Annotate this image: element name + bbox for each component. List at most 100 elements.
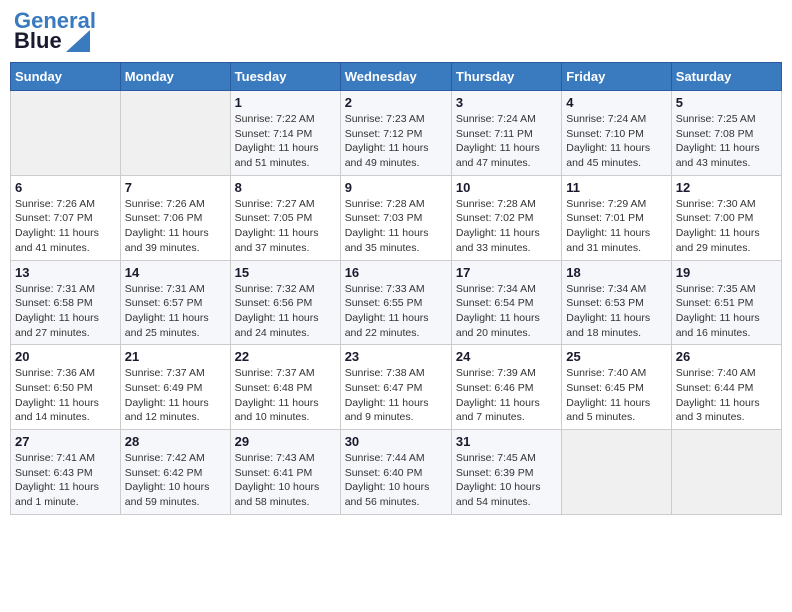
calendar-week-1: 1 Sunrise: 7:22 AMSunset: 7:14 PMDaylight… xyxy=(11,91,782,176)
day-info: Sunrise: 7:26 AMSunset: 7:06 PMDaylight:… xyxy=(125,197,226,256)
day-info: Sunrise: 7:38 AMSunset: 6:47 PMDaylight:… xyxy=(345,366,447,425)
day-info: Sunrise: 7:30 AMSunset: 7:00 PMDaylight:… xyxy=(676,197,777,256)
calendar-cell: 28 Sunrise: 7:42 AMSunset: 6:42 PMDayligh… xyxy=(120,430,230,515)
logo: General Blue xyxy=(14,10,96,54)
calendar-cell: 2 Sunrise: 7:23 AMSunset: 7:12 PMDaylight… xyxy=(340,91,451,176)
day-info: Sunrise: 7:28 AMSunset: 7:03 PMDaylight:… xyxy=(345,197,447,256)
calendar-week-3: 13Sunrise: 7:31 AMSunset: 6:58 PMDayligh… xyxy=(11,260,782,345)
day-number: 23 xyxy=(345,349,447,364)
day-number: 7 xyxy=(125,180,226,195)
weekday-header-saturday: Saturday xyxy=(671,63,781,91)
calendar-cell: 18Sunrise: 7:34 AMSunset: 6:53 PMDayligh… xyxy=(562,260,671,345)
day-number: 18 xyxy=(566,265,666,280)
calendar-cell: 19 Sunrise: 7:35 AMSunset: 6:51 PMDayligh… xyxy=(671,260,781,345)
calendar-cell: 11 Sunrise: 7:29 AMSunset: 7:01 PMDayligh… xyxy=(562,175,671,260)
day-info: Sunrise: 7:24 AMSunset: 7:11 PMDaylight:… xyxy=(456,112,557,171)
day-number: 19 xyxy=(676,265,777,280)
day-info: Sunrise: 7:40 AMSunset: 6:44 PMDaylight:… xyxy=(676,366,777,425)
day-number: 2 xyxy=(345,95,447,110)
day-info: Sunrise: 7:41 AMSunset: 6:43 PMDaylight:… xyxy=(15,451,116,510)
day-number: 8 xyxy=(235,180,336,195)
day-number: 31 xyxy=(456,434,557,449)
day-number: 6 xyxy=(15,180,116,195)
weekday-header-tuesday: Tuesday xyxy=(230,63,340,91)
day-info: Sunrise: 7:31 AMSunset: 6:58 PMDaylight:… xyxy=(15,282,116,341)
calendar-cell: 6 Sunrise: 7:26 AMSunset: 7:07 PMDaylight… xyxy=(11,175,121,260)
weekday-header-friday: Friday xyxy=(562,63,671,91)
day-info: Sunrise: 7:33 AMSunset: 6:55 PMDaylight:… xyxy=(345,282,447,341)
calendar-cell xyxy=(671,430,781,515)
day-info: Sunrise: 7:28 AMSunset: 7:02 PMDaylight:… xyxy=(456,197,557,256)
day-info: Sunrise: 7:27 AMSunset: 7:05 PMDaylight:… xyxy=(235,197,336,256)
day-info: Sunrise: 7:39 AMSunset: 6:46 PMDaylight:… xyxy=(456,366,557,425)
calendar-cell: 15 Sunrise: 7:32 AMSunset: 6:56 PMDayligh… xyxy=(230,260,340,345)
calendar-table: SundayMondayTuesdayWednesdayThursdayFrid… xyxy=(10,62,782,515)
calendar-cell: 5 Sunrise: 7:25 AMSunset: 7:08 PMDaylight… xyxy=(671,91,781,176)
calendar-cell xyxy=(120,91,230,176)
day-number: 24 xyxy=(456,349,557,364)
calendar-cell: 31 Sunrise: 7:45 AMSunset: 6:39 PMDayligh… xyxy=(451,430,561,515)
day-number: 16 xyxy=(345,265,447,280)
weekday-header-sunday: Sunday xyxy=(11,63,121,91)
calendar-cell: 30 Sunrise: 7:44 AMSunset: 6:40 PMDayligh… xyxy=(340,430,451,515)
calendar-cell: 8 Sunrise: 7:27 AMSunset: 7:05 PMDaylight… xyxy=(230,175,340,260)
day-info: Sunrise: 7:42 AMSunset: 6:42 PMDaylight:… xyxy=(125,451,226,510)
day-info: Sunrise: 7:36 AMSunset: 6:50 PMDaylight:… xyxy=(15,366,116,425)
calendar-cell: 1 Sunrise: 7:22 AMSunset: 7:14 PMDaylight… xyxy=(230,91,340,176)
day-number: 30 xyxy=(345,434,447,449)
logo-icon xyxy=(66,30,90,52)
weekday-header-wednesday: Wednesday xyxy=(340,63,451,91)
day-number: 3 xyxy=(456,95,557,110)
day-number: 20 xyxy=(15,349,116,364)
day-info: Sunrise: 7:37 AMSunset: 6:49 PMDaylight:… xyxy=(125,366,226,425)
day-number: 4 xyxy=(566,95,666,110)
calendar-cell: 29 Sunrise: 7:43 AMSunset: 6:41 PMDayligh… xyxy=(230,430,340,515)
day-number: 28 xyxy=(125,434,226,449)
calendar-week-5: 27 Sunrise: 7:41 AMSunset: 6:43 PMDayligh… xyxy=(11,430,782,515)
calendar-cell: 21Sunrise: 7:37 AMSunset: 6:49 PMDayligh… xyxy=(120,345,230,430)
day-info: Sunrise: 7:35 AMSunset: 6:51 PMDaylight:… xyxy=(676,282,777,341)
day-info: Sunrise: 7:43 AMSunset: 6:41 PMDaylight:… xyxy=(235,451,336,510)
day-number: 12 xyxy=(676,180,777,195)
day-number: 11 xyxy=(566,180,666,195)
calendar-cell: 7 Sunrise: 7:26 AMSunset: 7:06 PMDaylight… xyxy=(120,175,230,260)
day-info: Sunrise: 7:23 AMSunset: 7:12 PMDaylight:… xyxy=(345,112,447,171)
calendar-cell: 4 Sunrise: 7:24 AMSunset: 7:10 PMDaylight… xyxy=(562,91,671,176)
calendar-cell: 10 Sunrise: 7:28 AMSunset: 7:02 PMDayligh… xyxy=(451,175,561,260)
day-info: Sunrise: 7:34 AMSunset: 6:54 PMDaylight:… xyxy=(456,282,557,341)
calendar-cell: 12 Sunrise: 7:30 AMSunset: 7:00 PMDayligh… xyxy=(671,175,781,260)
weekday-header-thursday: Thursday xyxy=(451,63,561,91)
calendar-cell: 23 Sunrise: 7:38 AMSunset: 6:47 PMDayligh… xyxy=(340,345,451,430)
day-number: 26 xyxy=(676,349,777,364)
day-info: Sunrise: 7:45 AMSunset: 6:39 PMDaylight:… xyxy=(456,451,557,510)
calendar-week-2: 6 Sunrise: 7:26 AMSunset: 7:07 PMDaylight… xyxy=(11,175,782,260)
page-header: General Blue xyxy=(10,10,782,54)
day-info: Sunrise: 7:37 AMSunset: 6:48 PMDaylight:… xyxy=(235,366,336,425)
day-number: 27 xyxy=(15,434,116,449)
day-number: 29 xyxy=(235,434,336,449)
day-number: 15 xyxy=(235,265,336,280)
day-number: 25 xyxy=(566,349,666,364)
day-number: 1 xyxy=(235,95,336,110)
day-number: 5 xyxy=(676,95,777,110)
day-info: Sunrise: 7:31 AMSunset: 6:57 PMDaylight:… xyxy=(125,282,226,341)
calendar-cell: 9Sunrise: 7:28 AMSunset: 7:03 PMDaylight… xyxy=(340,175,451,260)
day-info: Sunrise: 7:44 AMSunset: 6:40 PMDaylight:… xyxy=(345,451,447,510)
day-info: Sunrise: 7:40 AMSunset: 6:45 PMDaylight:… xyxy=(566,366,666,425)
day-info: Sunrise: 7:22 AMSunset: 7:14 PMDaylight:… xyxy=(235,112,336,171)
calendar-cell: 3 Sunrise: 7:24 AMSunset: 7:11 PMDaylight… xyxy=(451,91,561,176)
day-info: Sunrise: 7:24 AMSunset: 7:10 PMDaylight:… xyxy=(566,112,666,171)
day-info: Sunrise: 7:32 AMSunset: 6:56 PMDaylight:… xyxy=(235,282,336,341)
day-number: 17 xyxy=(456,265,557,280)
day-number: 10 xyxy=(456,180,557,195)
calendar-cell: 25 Sunrise: 7:40 AMSunset: 6:45 PMDayligh… xyxy=(562,345,671,430)
day-number: 14 xyxy=(125,265,226,280)
day-info: Sunrise: 7:25 AMSunset: 7:08 PMDaylight:… xyxy=(676,112,777,171)
day-info: Sunrise: 7:29 AMSunset: 7:01 PMDaylight:… xyxy=(566,197,666,256)
calendar-cell: 14 Sunrise: 7:31 AMSunset: 6:57 PMDayligh… xyxy=(120,260,230,345)
calendar-cell: 24 Sunrise: 7:39 AMSunset: 6:46 PMDayligh… xyxy=(451,345,561,430)
calendar-cell: 13Sunrise: 7:31 AMSunset: 6:58 PMDayligh… xyxy=(11,260,121,345)
day-info: Sunrise: 7:26 AMSunset: 7:07 PMDaylight:… xyxy=(15,197,116,256)
weekday-header-monday: Monday xyxy=(120,63,230,91)
calendar-cell: 20 Sunrise: 7:36 AMSunset: 6:50 PMDayligh… xyxy=(11,345,121,430)
